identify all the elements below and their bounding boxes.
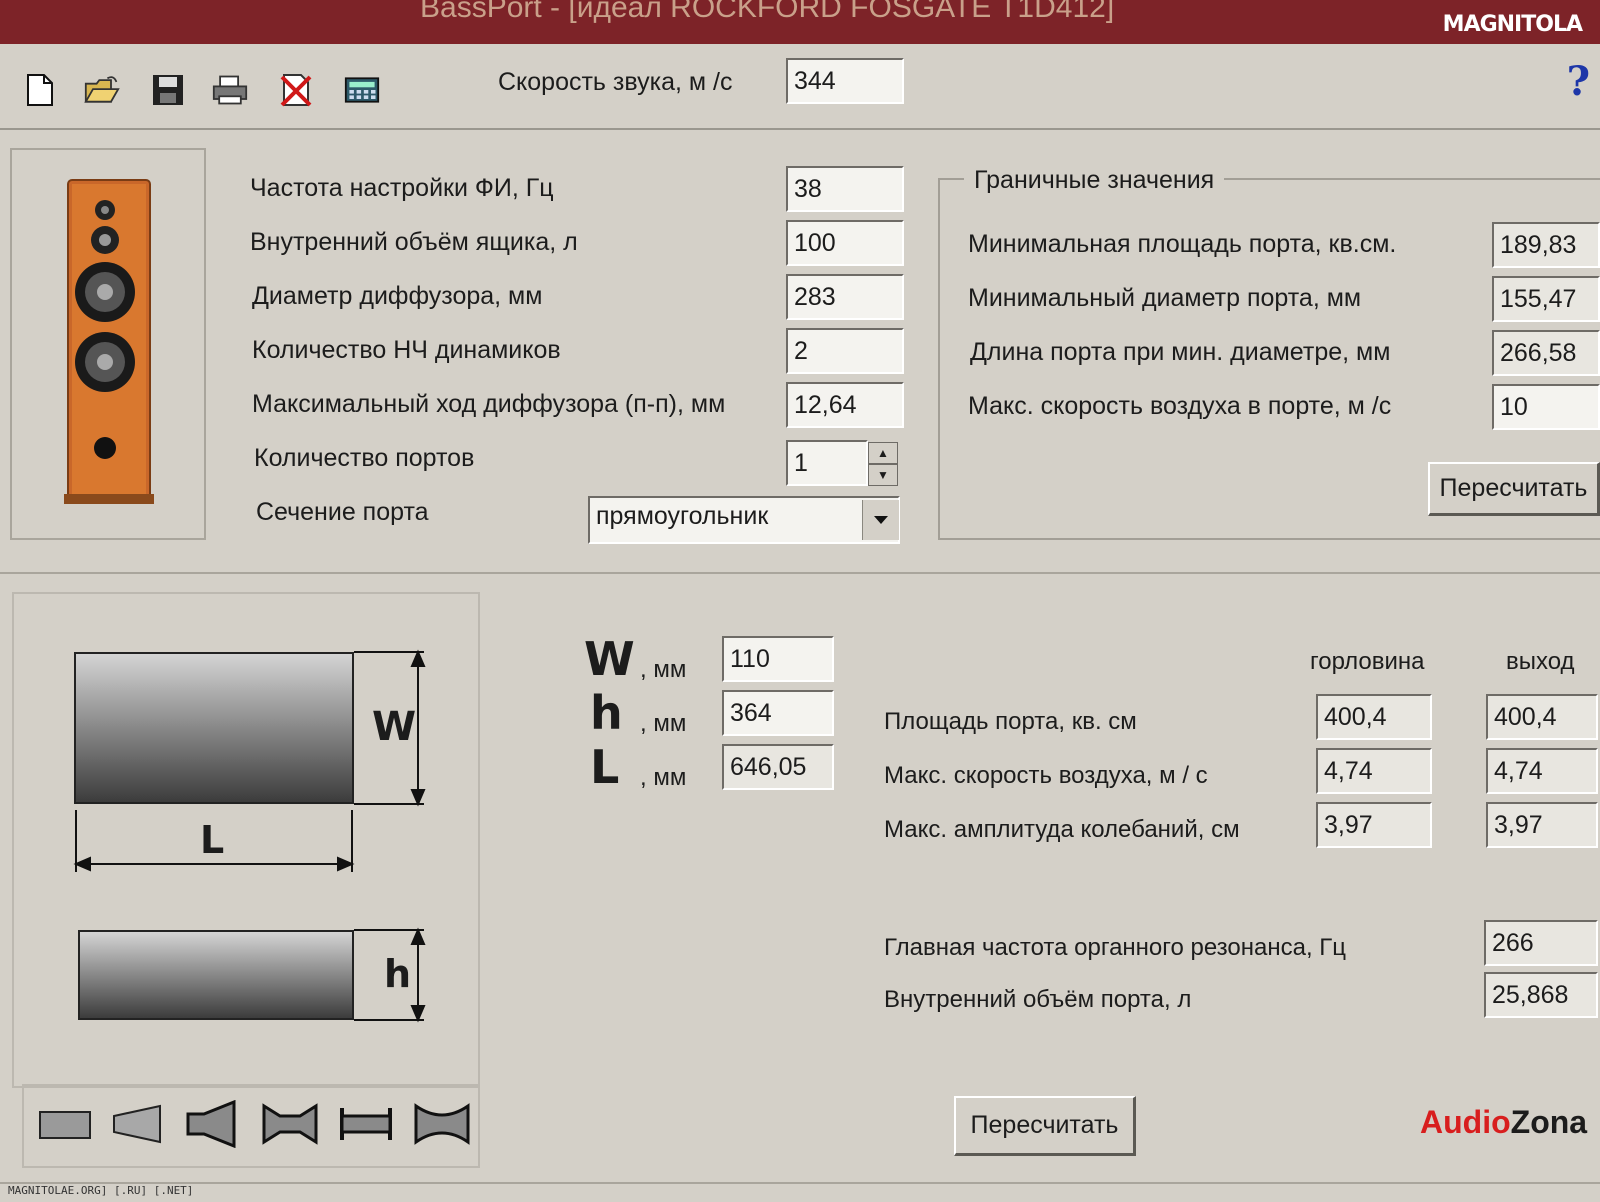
audiozona-logo: AudioZona: [1420, 1104, 1587, 1141]
double-flare-icon[interactable]: [262, 1102, 318, 1146]
w-input[interactable]: [722, 636, 834, 682]
organ-resonance-label: Главная частота органного резонанса, Гц: [884, 934, 1347, 961]
flared-exit-icon[interactable]: [184, 1100, 240, 1148]
w-unit: , мм: [640, 656, 687, 683]
recalc-button[interactable]: Пересчитать: [954, 1096, 1136, 1156]
watermark-logo: MAGNITOLA: [1442, 12, 1583, 37]
status-text: MAGNITOLAE.ORG] [.RU] [.NET]: [8, 1184, 194, 1197]
port-volume-label: Внутренний объём порта, л: [884, 986, 1192, 1013]
w-letter: W: [584, 632, 635, 686]
port-count-spinner[interactable]: ▲ ▼: [868, 442, 898, 486]
max-amplitude-label: Макс. амплитуда колебаний, см: [884, 816, 1240, 843]
box-volume-input[interactable]: [786, 220, 904, 266]
diagram-h-label: h: [384, 952, 412, 996]
min-diameter-field[interactable]: [1492, 276, 1600, 322]
cone-port-icon[interactable]: [110, 1102, 166, 1146]
rect-port-icon[interactable]: [38, 1104, 94, 1144]
h-unit: , мм: [640, 710, 687, 737]
help-icon[interactable]: ?: [1567, 58, 1590, 105]
port-length-field[interactable]: [1492, 330, 1600, 376]
spin-down-icon[interactable]: ▼: [868, 464, 898, 486]
diagram-w-label: W: [372, 704, 417, 750]
max-air-speed-limit-label: Макс. скорость воздуха в порте, м /с: [968, 392, 1392, 420]
port-area-exit-field[interactable]: [1486, 694, 1598, 740]
spin-up-icon[interactable]: ▲: [868, 442, 898, 464]
port-count-input[interactable]: [786, 440, 868, 486]
brand-audio-text: Audio: [1420, 1104, 1511, 1140]
tuning-freq-input[interactable]: [786, 166, 904, 212]
port-section-value: прямоугольник: [596, 502, 769, 530]
port-section-select[interactable]: прямоугольник: [588, 496, 900, 544]
max-air-speed-throat-field[interactable]: [1316, 748, 1432, 794]
max-excursion-input[interactable]: [786, 382, 904, 428]
h-input[interactable]: [722, 690, 834, 736]
sound-speed-label: Скорость звука, м /с: [498, 68, 733, 96]
max-air-speed-exit-field[interactable]: [1486, 748, 1598, 794]
limits-title: Граничные значения: [964, 166, 1225, 195]
min-area-field[interactable]: [1492, 222, 1600, 268]
port-volume-field[interactable]: [1484, 972, 1598, 1018]
woofer-count-input[interactable]: [786, 328, 904, 374]
l-letter: L: [590, 740, 620, 794]
hourglass-port-icon[interactable]: [414, 1102, 470, 1146]
col-throat-header: горловина: [1310, 648, 1425, 675]
organ-resonance-field[interactable]: [1484, 920, 1598, 966]
straight-tube-icon[interactable]: [338, 1102, 394, 1146]
max-air-speed-limit-input[interactable]: [1492, 384, 1600, 430]
sound-speed-input[interactable]: [786, 58, 904, 104]
l-field[interactable]: [722, 744, 834, 790]
max-amplitude-exit-field[interactable]: [1486, 802, 1598, 848]
port-area-throat-field[interactable]: [1316, 694, 1432, 740]
brand-zona-text: Zona: [1510, 1104, 1588, 1140]
l-unit: , мм: [640, 764, 687, 791]
port-length-label: Длина порта при мин. диаметре, мм: [970, 338, 1391, 366]
diagram-l-label: L: [200, 818, 225, 862]
port-area-label: Площадь порта, кв. см: [884, 708, 1137, 735]
limits-recalc-button[interactable]: Пересчитать: [1428, 462, 1600, 516]
chevron-down-icon[interactable]: [862, 500, 899, 540]
window-title: BassPort - [идеал ROCKFORD FOSGATE T1D41…: [420, 0, 1115, 24]
max-air-speed-label: Макс. скорость воздуха, м / с: [884, 762, 1208, 789]
col-exit-header: выход: [1506, 648, 1575, 675]
h-letter: h: [590, 686, 623, 740]
dimension-arrows: [73, 649, 426, 1023]
cone-diameter-input[interactable]: [786, 274, 904, 320]
status-bar: MAGNITOLAE.ORG] [.RU] [.NET]: [0, 1182, 1600, 1202]
max-amplitude-throat-field[interactable]: [1316, 802, 1432, 848]
min-area-label: Минимальная площадь порта, кв.см.: [968, 230, 1397, 258]
min-diameter-label: Минимальный диаметр порта, мм: [968, 284, 1362, 312]
